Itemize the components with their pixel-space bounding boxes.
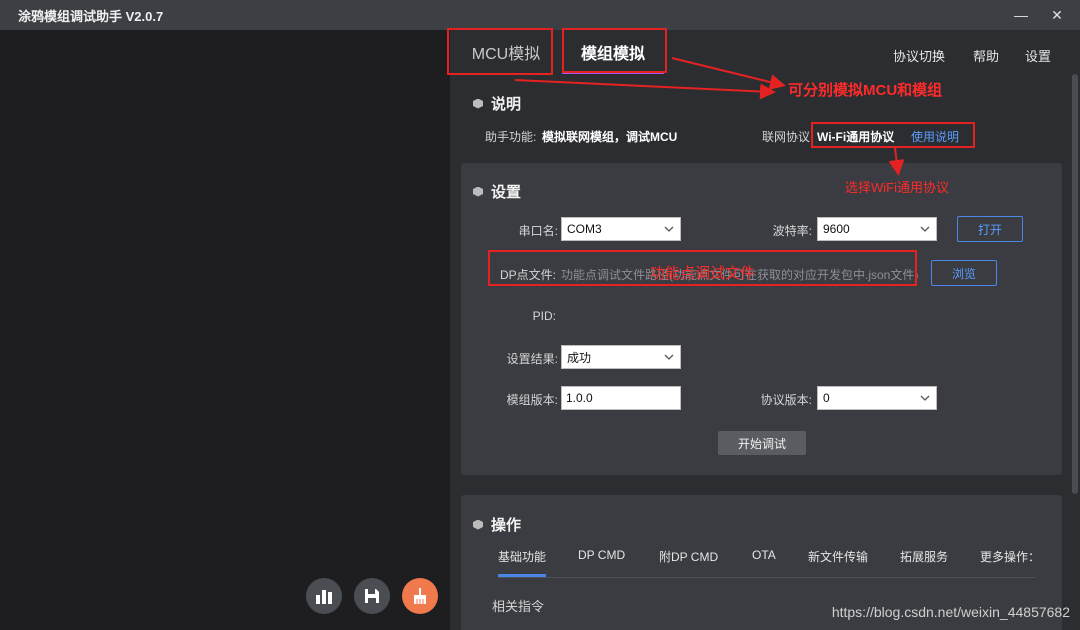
annotation-arrow-module [671, 57, 786, 90]
annotation-mcu-module-note: 可分别模拟MCU和模组 [788, 82, 943, 99]
annotation-arrow-protocol [888, 147, 905, 176]
watermark: https://blog.csdn.net/weixin_44857682 [831, 604, 1070, 620]
annotation-arrow-mcu [514, 79, 776, 100]
annotation-wifi-protocol-note: 选择WiFi通用协议 [845, 180, 949, 195]
annotation-dp-file-note: 功能点调试文件 [650, 265, 756, 282]
